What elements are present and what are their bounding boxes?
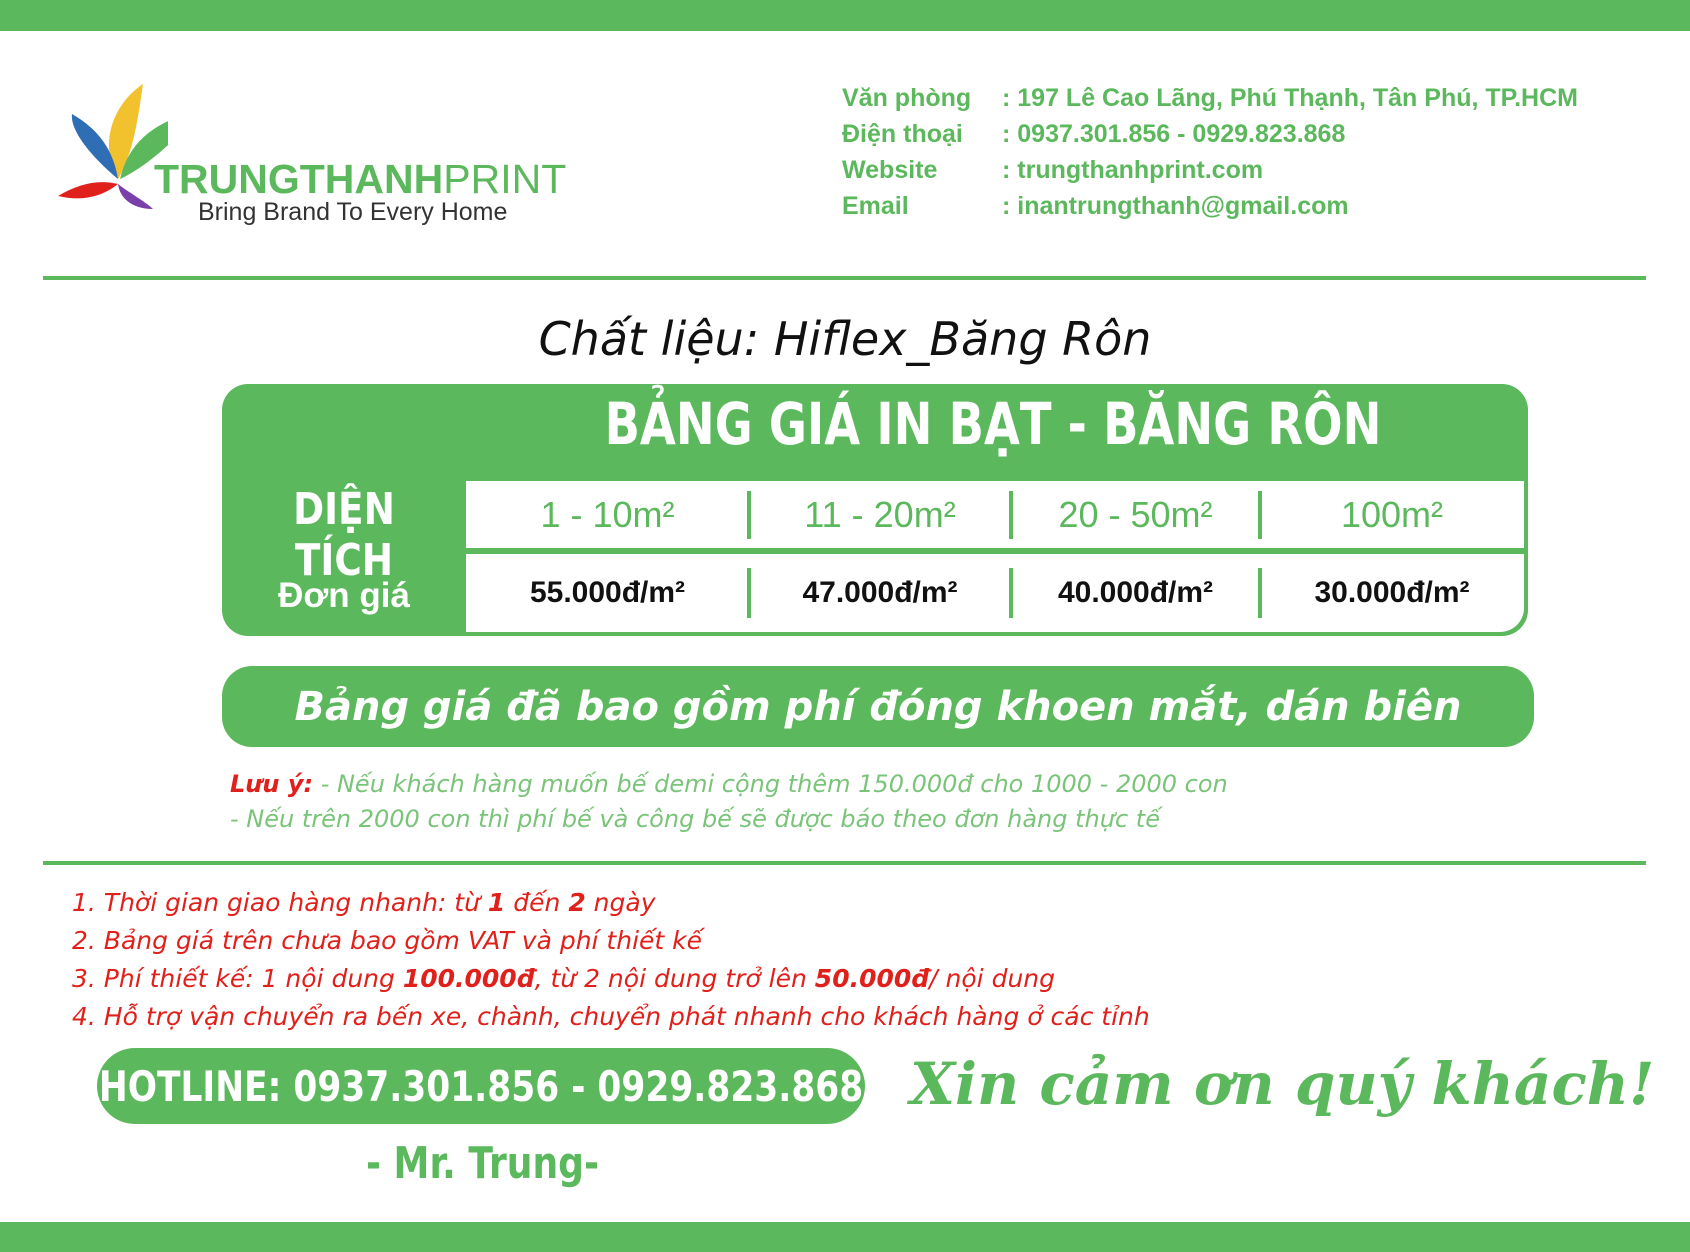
unit-price-label: Đơn giá bbox=[278, 576, 410, 615]
term-1: 1. Thời gian giao hàng nhanh: từ 1 đến 2… bbox=[72, 888, 1150, 926]
flower-logo-icon bbox=[58, 84, 168, 209]
bottom-green-bar bbox=[0, 1222, 1690, 1252]
term-2: 2. Bảng giá trên chưa bao gồm VAT và phí… bbox=[72, 926, 703, 955]
note-line-1: Lưu ý: - Nếu khách hàng muốn bế demi cộn… bbox=[230, 770, 1228, 798]
price-cell: 55.000đ/m² bbox=[529, 576, 686, 609]
note-line-2: - Nếu trên 2000 con thì phí bế và công b… bbox=[230, 805, 1160, 833]
contact-phone: Điện thoại : 0937.301.856 - 0929.823.868 bbox=[842, 120, 1578, 156]
price-table: BẢNG GIÁ IN BẠT - BĂNG RÔN DIỆN TÍCH Đơn… bbox=[222, 384, 1528, 636]
thank-you-text: Xin cảm ơn quý khách! bbox=[910, 1050, 1655, 1118]
signature-text: - Mr. Trung- bbox=[366, 1138, 599, 1189]
column-divider bbox=[747, 568, 751, 618]
contact-label: Website bbox=[842, 156, 938, 184]
contact-website: Website : trungthanhprint.com bbox=[842, 156, 1578, 192]
column-divider bbox=[1258, 568, 1262, 618]
area-cell: 20 - 50m² bbox=[1058, 493, 1213, 535]
contact-value: : inantrungthanh@gmail.com bbox=[1002, 192, 1349, 220]
area-row: 1 - 10m² 11 - 20m² 20 - 50m² 100m² bbox=[466, 481, 1524, 548]
divider-top bbox=[43, 276, 1646, 280]
contact-value: : 197 Lê Cao Lãng, Phú Thạnh, Tân Phú, T… bbox=[1002, 84, 1578, 112]
column-divider bbox=[1258, 491, 1262, 539]
price-row: 55.000đ/m² 47.000đ/m² 40.000đ/m² 30.000đ… bbox=[466, 554, 1524, 632]
contact-value: : 0937.301.856 - 0929.823.868 bbox=[1002, 120, 1346, 148]
price-cell: 30.000đ/m² bbox=[1314, 576, 1470, 609]
brand-name-light: PRINT bbox=[443, 156, 567, 202]
column-divider bbox=[1009, 568, 1013, 618]
brand-tagline: Bring Brand To Every Home bbox=[198, 198, 508, 226]
term-text: / nội dung bbox=[929, 964, 1056, 993]
signature: - Mr. Trung- bbox=[366, 1138, 650, 1189]
term-emphasis: 2 bbox=[568, 888, 586, 917]
note-text: - Nếu khách hàng muốn bế demi cộng thêm … bbox=[313, 770, 1228, 798]
term-emphasis: 100.000đ bbox=[402, 964, 535, 993]
area-cell: 11 - 20m² bbox=[804, 493, 956, 535]
hotline-text: HOTLINE: 0937.301.856 - 0929.823.868 bbox=[98, 1061, 864, 1111]
term-3: 3. Phí thiết kế: 1 nội dung 100.000đ, từ… bbox=[72, 964, 1150, 1002]
term-text: 1. Thời gian giao hàng nhanh: từ bbox=[72, 888, 488, 917]
brand-name-bold: TRUNGTHANH bbox=[154, 156, 444, 202]
area-cell: 100m² bbox=[1340, 493, 1444, 535]
contact-office: Văn phòng : 197 Lê Cao Lãng, Phú Thạnh, T… bbox=[842, 84, 1578, 120]
term-text: , từ 2 nội dung trở lên bbox=[534, 964, 815, 993]
term-4: 4. Hỗ trợ vận chuyển ra bến xe, chành, c… bbox=[72, 1002, 1150, 1031]
term-text: ngày bbox=[585, 888, 656, 917]
term-text: 3. Phí thiết kế: 1 nội dung bbox=[72, 964, 403, 993]
note-label: Lưu ý: bbox=[230, 770, 314, 798]
price-cell: 40.000đ/m² bbox=[1057, 576, 1214, 609]
term-emphasis: 50.000đ bbox=[814, 964, 930, 993]
price-cell: 47.000đ/m² bbox=[802, 576, 958, 609]
contact-value: : trungthanhprint.com bbox=[1002, 156, 1264, 184]
top-green-bar bbox=[0, 0, 1690, 31]
contact-label: Điện thoại bbox=[842, 120, 963, 148]
term-emphasis: 1 bbox=[487, 888, 506, 917]
contact-label: Email bbox=[842, 192, 909, 220]
contact-info: Văn phòng : 197 Lê Cao Lãng, Phú Thạnh, T… bbox=[842, 84, 1578, 228]
brand-name: TRUNGTHANHPRINT bbox=[154, 156, 566, 203]
term-text: đến bbox=[505, 888, 569, 917]
contact-email: Email : inantrungthanh@gmail.com bbox=[842, 192, 1578, 228]
included-fees-banner: Bảng giá đã bao gồm phí đóng khoen mắt, … bbox=[222, 666, 1534, 747]
price-table-title: BẢNG GIÁ IN BẠT - BĂNG RÔN bbox=[604, 390, 1382, 458]
material-heading: Chất liệu: Hiflex_Băng Rôn bbox=[538, 312, 1152, 366]
hotline-badge: HOTLINE: 0937.301.856 - 0929.823.868 bbox=[97, 1048, 865, 1124]
area-label: DIỆN TÍCH bbox=[293, 484, 395, 586]
terms-list: 1. Thời gian giao hàng nhanh: từ 1 đến 2… bbox=[72, 888, 1150, 1040]
divider-bottom bbox=[43, 861, 1646, 865]
column-divider bbox=[1009, 491, 1013, 539]
company-logo: TRUNGTHANHPRINT Bring Brand To Every Hom… bbox=[58, 84, 578, 234]
area-cell: 1 - 10m² bbox=[540, 493, 675, 535]
contact-label: Văn phòng bbox=[842, 84, 972, 112]
column-divider bbox=[747, 491, 751, 539]
